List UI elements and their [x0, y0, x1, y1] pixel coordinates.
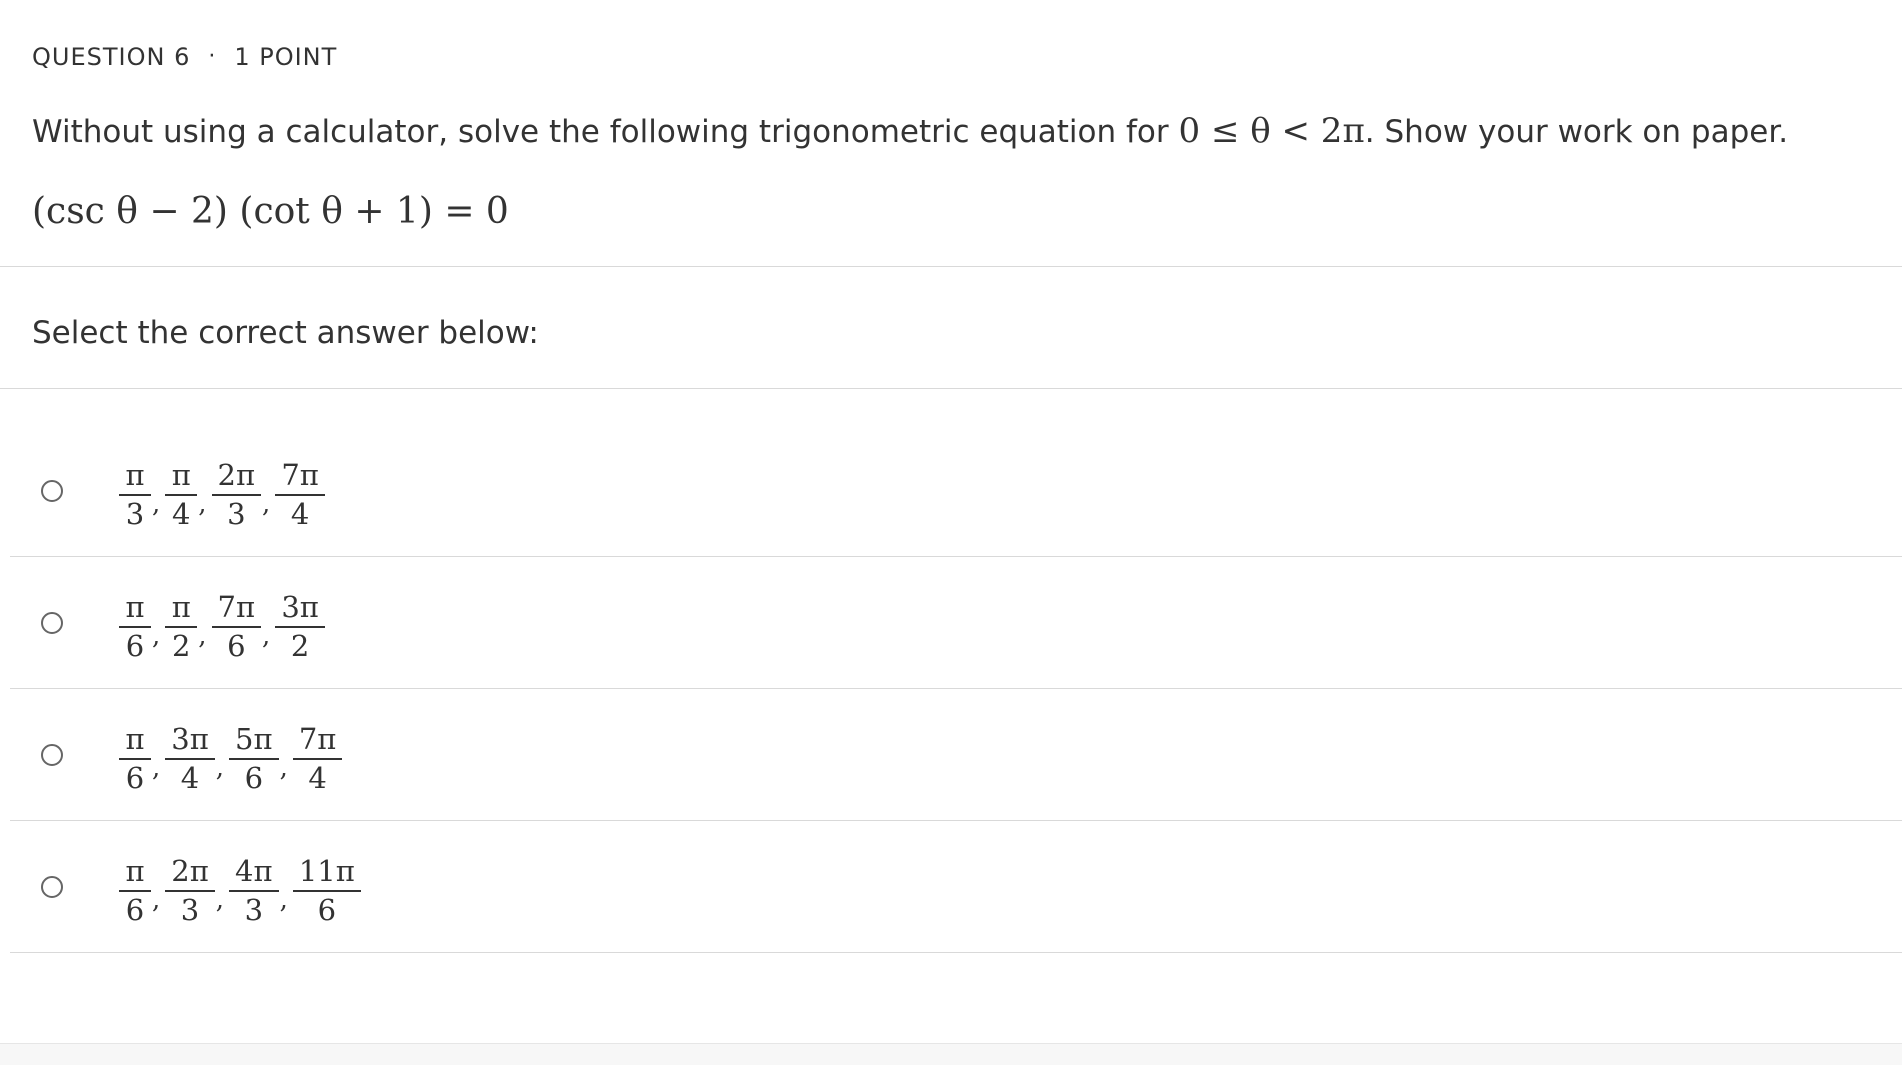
comma: ,	[262, 620, 271, 651]
question-number: QUESTION 6	[32, 43, 191, 71]
comma: ,	[152, 488, 161, 519]
numerator: 7π	[275, 459, 325, 496]
fraction: 5π 6	[229, 723, 279, 795]
numerator: 3π	[275, 591, 325, 628]
denominator: 6	[227, 628, 246, 663]
denominator: 3	[125, 496, 145, 531]
comma: ,	[215, 752, 225, 783]
fraction: 3π 2	[275, 591, 325, 663]
prompt-condition-math: 0 ≤ θ < 2π	[1178, 111, 1365, 151]
fraction: 11π 6	[292, 855, 361, 927]
numerator: π	[165, 459, 198, 496]
denominator: 6	[125, 892, 145, 927]
question-equation: (csc θ − 2) (cot θ + 1) = 0	[32, 191, 509, 232]
comma: ,	[152, 884, 161, 915]
fraction: π4	[165, 459, 198, 531]
numerator: π	[119, 591, 151, 628]
comma: ,	[152, 752, 161, 783]
numerator: π	[119, 855, 151, 892]
answer-option-2[interactable]: π6, π2, 7π 6, 3π 2	[10, 557, 1902, 689]
denominator: 6	[244, 760, 264, 795]
answer-option-4[interactable]: π6, 2π 3, 4π 3, 11π 6	[10, 821, 1902, 953]
answer-option-1[interactable]: π3, π4, 2π 3, 7π 4	[10, 425, 1902, 557]
fraction: 4π 3	[229, 855, 279, 927]
numerator: 11π	[292, 855, 361, 892]
numerator: 5π	[229, 723, 279, 760]
numerator: 2π	[165, 855, 215, 892]
fraction: π2	[165, 591, 198, 663]
denominator: 2	[290, 628, 310, 663]
comma: ,	[279, 752, 288, 783]
denominator: 3	[227, 496, 246, 531]
fraction: 3π 4	[165, 723, 215, 795]
question-points: 1 POINT	[234, 43, 338, 71]
fraction: 7π 4	[275, 459, 325, 531]
answer-expression-2: π6, π2, 7π 6, 3π 2	[118, 584, 326, 662]
numerator: 7π	[211, 591, 262, 628]
denominator: 3	[244, 892, 264, 927]
comma: ,	[215, 884, 225, 915]
numerator: π	[119, 723, 151, 760]
numerator: 2π	[211, 459, 262, 496]
answer-option-3[interactable]: π6, 3π 4, 5π 6, 7π 4	[10, 689, 1902, 821]
denominator: 2	[172, 628, 191, 663]
comma: ,	[262, 488, 271, 519]
denominator: 4	[180, 760, 200, 795]
numerator: 4π	[229, 855, 279, 892]
select-answer-label: Select the correct answer below:	[32, 315, 539, 351]
answer-expression-1: π3, π4, 2π 3, 7π 4	[118, 452, 326, 530]
radio-button-option-4[interactable]	[41, 875, 63, 898]
question-prompt: Without using a calculator, solve the fo…	[32, 110, 1788, 153]
radio-button-option-2[interactable]	[41, 611, 63, 634]
comma: ,	[279, 884, 288, 915]
fraction: π6	[119, 591, 151, 663]
numerator: π	[165, 591, 198, 628]
prompt-text-after: . Show your work on paper.	[1364, 114, 1789, 150]
comma: ,	[152, 620, 161, 651]
divider-answers-top	[0, 388, 1902, 389]
numerator: π	[119, 459, 151, 496]
denominator: 6	[125, 760, 145, 795]
answer-expression-4: π6, 2π 3, 4π 3, 11π 6	[118, 848, 362, 926]
answer-expression-3: π6, 3π 4, 5π 6, 7π 4	[118, 716, 343, 794]
fraction: 7π 6	[211, 591, 262, 663]
denominator: 4	[172, 496, 191, 531]
radio-button-option-1[interactable]	[41, 479, 63, 502]
comma: ,	[198, 488, 207, 519]
denominator: 6	[317, 892, 337, 927]
numerator: 7π	[292, 723, 343, 760]
fraction: 2π 3	[211, 459, 262, 531]
denominator: 6	[125, 628, 145, 663]
radio-button-option-3[interactable]	[41, 743, 63, 766]
prompt-text-before: Without using a calculator, solve the fo…	[32, 114, 1179, 150]
denominator: 4	[290, 496, 310, 531]
question-header: QUESTION 6 · 1 POINT	[32, 42, 337, 72]
fraction: 2π 3	[165, 855, 215, 927]
header-separator: ·	[208, 44, 217, 69]
footer-bar	[0, 1043, 1902, 1065]
denominator: 4	[308, 760, 327, 795]
divider-question	[0, 266, 1902, 267]
fraction: 7π 4	[292, 723, 343, 795]
numerator: 3π	[165, 723, 215, 760]
answer-options: π3, π4, 2π 3, 7π 4 π6, π2, 7π 6, 3π 2 π6, 3π…	[10, 425, 1902, 953]
fraction: π6	[119, 855, 151, 927]
denominator: 3	[180, 892, 200, 927]
fraction: π6	[119, 723, 151, 795]
fraction: π3	[119, 459, 151, 531]
comma: ,	[198, 620, 207, 651]
